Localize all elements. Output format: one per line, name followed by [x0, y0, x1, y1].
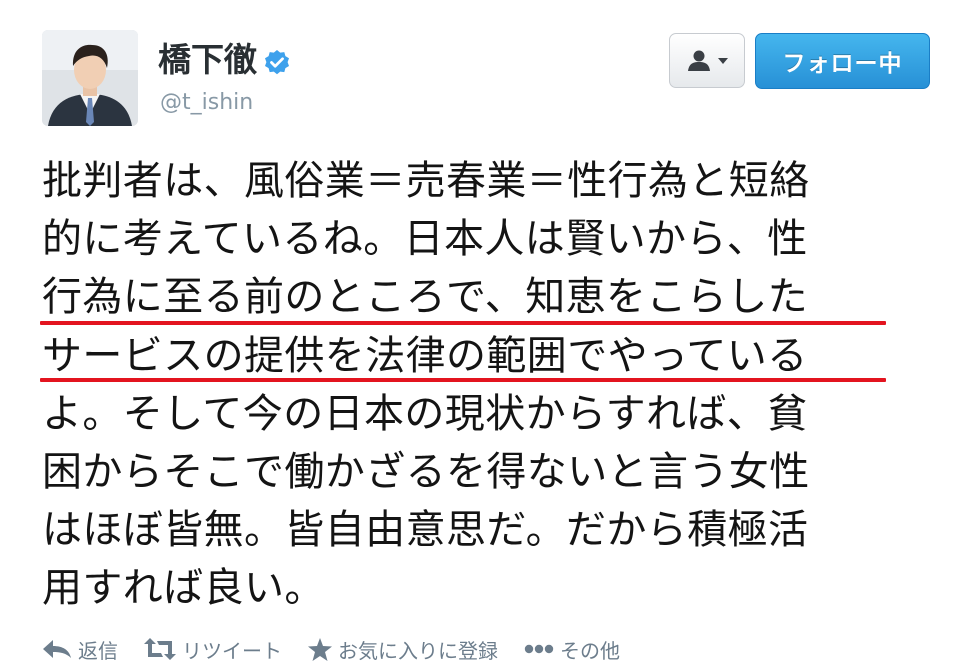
reply-label: 返信	[78, 638, 118, 663]
red-underline-annotation	[40, 378, 886, 382]
tweet-line: 批判者は、風俗業＝売春業＝性行為と短絡	[42, 158, 810, 204]
star-icon	[308, 637, 332, 661]
user-name-text[interactable]: 橋下徹	[158, 40, 257, 80]
following-button[interactable]: フォロー中	[755, 33, 930, 89]
more-label: その他	[560, 638, 620, 663]
tweet-line: 行為に至る前のところで、知恵をこらした	[42, 274, 808, 321]
user-name[interactable]: 橋下徹	[158, 40, 291, 80]
tweet-line: はほぼ皆無。皆自由意思だ。だから積極活	[42, 507, 809, 554]
tweet-line: 的に考えているね。日本人は賢いから、性	[42, 216, 808, 263]
retweet-icon	[144, 638, 176, 660]
reply-icon	[43, 640, 71, 658]
caret-down-icon	[718, 57, 728, 64]
tweet-text: 批判者は、風俗業＝売春業＝性行為と短絡 的に考えているね。日本人は賢いから、性 …	[42, 152, 922, 618]
more-icon	[524, 644, 554, 654]
user-icon	[688, 50, 710, 71]
more-button[interactable]: その他	[524, 635, 620, 664]
retweet-label: リツイート	[182, 638, 282, 663]
tweet-line: よ。そして今の日本の現状からすれば、貧	[42, 390, 808, 437]
user-actions-dropdown[interactable]	[669, 33, 745, 88]
red-underline-annotation	[40, 321, 886, 325]
favorite-label: お気に入りに登録	[338, 638, 498, 663]
reply-button[interactable]: 返信	[42, 635, 118, 664]
tweet-line: サービスの提供を法律の範囲でやっている	[42, 332, 808, 379]
verified-badge-icon	[263, 46, 291, 75]
tweet-line: 困からそこで働かざるを得ないと言う女性	[42, 448, 810, 495]
favorite-button[interactable]: お気に入りに登録	[308, 635, 498, 664]
retweet-button[interactable]: リツイート	[144, 635, 282, 664]
avatar[interactable]	[42, 30, 138, 126]
tweet-line: 用すれば良い。	[42, 565, 325, 612]
screen-name[interactable]: @t_ishin	[160, 88, 253, 118]
tweet-actions: 返信 リツイート お気に入りに登録 その他	[42, 632, 646, 666]
